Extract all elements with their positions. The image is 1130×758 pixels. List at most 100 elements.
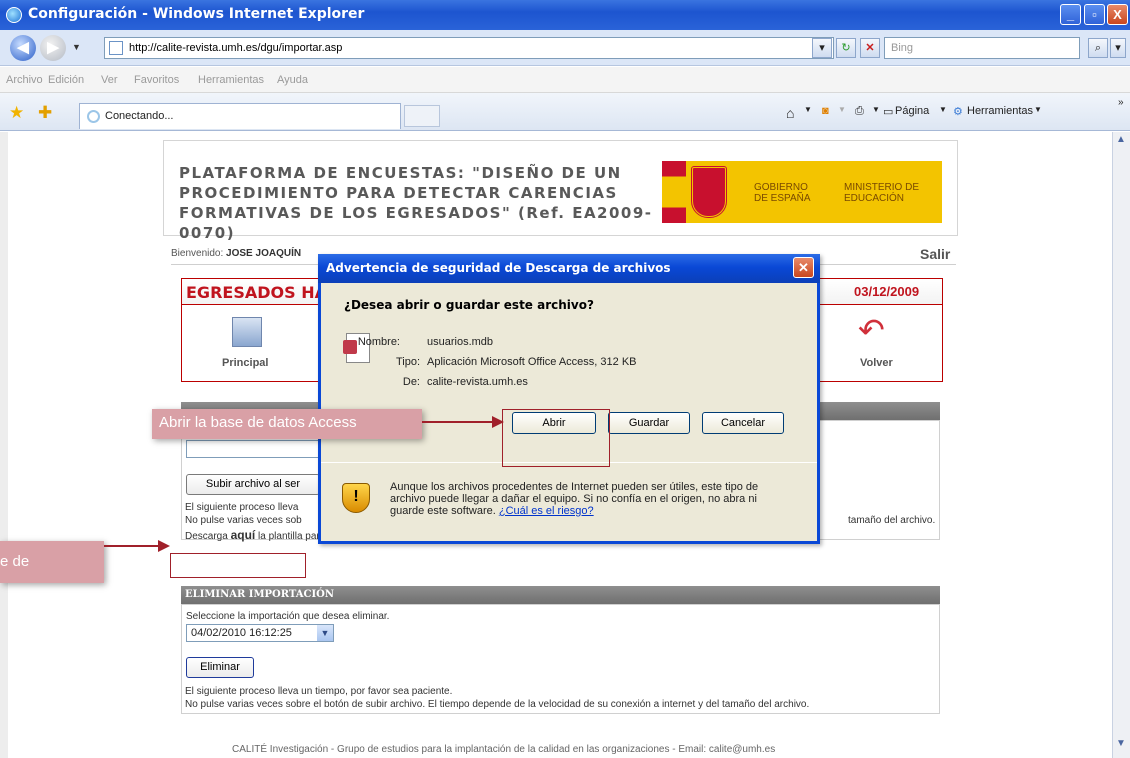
tab-bar: ★ ✚ Conectando... ⌂ ▼ ◙ ▼ ⎙ ▼ ▭ Página ▼… <box>0 93 1130 131</box>
delete-button[interactable]: Eliminar <box>186 657 254 678</box>
gobierno-label: GOBIERNO DE ESPAÑA <box>754 182 811 204</box>
window-title-bar: Configuración - Windows Internet Explore… <box>0 0 1130 30</box>
welcome-label: Bienvenido: <box>171 248 224 259</box>
banner-date: 03/12/2009 <box>854 284 920 299</box>
address-field[interactable]: http://calite-revista.umh.es/dgu/importa… <box>104 37 834 59</box>
name-label: Nombre: <box>357 336 400 348</box>
scroll-up-icon[interactable]: ▲ <box>1116 134 1126 145</box>
risk-link[interactable]: ¿Cuál es el riesgo? <box>499 505 594 517</box>
upload-note-1: El siguiente proceso lleva <box>185 502 299 513</box>
search-icon[interactable]: ⌕ <box>1088 38 1108 58</box>
tools-menu-dropdown-icon: ▼ <box>1034 105 1042 114</box>
menu-ayuda[interactable]: Ayuda <box>277 74 308 86</box>
download-prefix: Descarga <box>185 531 228 542</box>
history-dropdown-icon[interactable]: ▼ <box>72 42 81 52</box>
annotation-open-db: Abrir la base de datos Access <box>152 409 422 439</box>
feeds-icon[interactable]: ◙ <box>822 105 829 117</box>
type-label: Tipo: <box>395 356 420 368</box>
menu-favoritos[interactable]: Favoritos <box>134 74 179 86</box>
page-menu[interactable]: Página <box>895 105 929 117</box>
from-label: De: <box>402 376 420 388</box>
address-toolbar: ◀ ▶ ▼ http://calite-revista.umh.es/dgu/i… <box>0 30 1130 66</box>
site-header: PLATAFORMA DE ENCUESTAS: "DISEÑO DE UN P… <box>163 140 958 242</box>
download-link[interactable]: aquí <box>231 528 256 542</box>
dialog-warning: Aunque los archivos procedentes de Inter… <box>390 481 760 517</box>
delete-prompt: Seleccione la importación que desea elim… <box>186 611 390 622</box>
annotation-arrow-line-2 <box>104 545 160 547</box>
minimize-button[interactable]: _ <box>1060 4 1081 25</box>
volver-link[interactable]: Volver <box>860 357 893 369</box>
feeds-dropdown-icon[interactable]: ▼ <box>838 105 846 114</box>
print-dropdown-icon[interactable]: ▼ <box>872 105 880 114</box>
back-arrow-icon[interactable]: ↶ <box>858 314 888 346</box>
menu-bar: Archivo Edición Ver Favoritos Herramient… <box>0 67 1130 93</box>
new-tab-button[interactable] <box>404 105 440 127</box>
back-button[interactable]: ◀ <box>10 35 36 61</box>
name-value: usuarios.mdb <box>427 336 494 348</box>
tools-gear-icon: ⚙ <box>953 106 963 118</box>
add-favorites-icon[interactable]: ✚ <box>38 103 52 123</box>
spain-flag-icon <box>662 161 686 223</box>
internet-explorer-icon <box>6 7 22 23</box>
file-path-input[interactable] <box>186 440 326 458</box>
forward-button[interactable]: ▶ <box>40 35 66 61</box>
search-input[interactable]: Bing <box>884 37 1080 59</box>
type-value: Aplicación Microsoft Office Access, 312 … <box>427 356 637 368</box>
tools-menu[interactable]: Herramientas <box>967 105 1033 117</box>
annotation-highlight-open <box>502 409 610 467</box>
delete-note-1: El siguiente proceso lleva un tiempo, po… <box>185 686 453 697</box>
welcome-line: Bienvenido: JOSE JOAQUÍN <box>171 248 301 259</box>
import-select-value: 04/02/2010 16:12:25 <box>191 627 292 639</box>
select-dropdown-icon[interactable]: ▼ <box>317 625 333 641</box>
search-placeholder: Bing <box>891 42 914 54</box>
search-options-icon[interactable]: ▾ <box>1110 38 1126 58</box>
menu-edicion[interactable]: Edición <box>48 74 84 86</box>
cancel-button[interactable]: Cancelar <box>702 412 784 434</box>
delete-note-2: No pulse varias veces sobre el botón de … <box>185 699 810 710</box>
coat-of-arms-icon <box>690 165 728 219</box>
scroll-down-icon[interactable]: ▼ <box>1116 738 1126 749</box>
banner-title: EGRESADOS HA <box>186 283 327 302</box>
address-dropdown-icon[interactable]: ▾ <box>812 38 832 58</box>
page-icon <box>109 41 123 55</box>
import-select[interactable]: 04/02/2010 16:12:25 ▼ <box>186 624 334 642</box>
warning-shield-icon: ! <box>342 483 370 513</box>
stop-icon[interactable]: ✕ <box>860 38 880 58</box>
annotation-arrow-line <box>422 421 496 423</box>
principal-icon[interactable] <box>232 317 262 347</box>
page-menu-icon: ▭ <box>883 106 894 118</box>
platform-title: PLATAFORMA DE ENCUESTAS: "DISEÑO DE UN P… <box>179 164 653 242</box>
favorites-star-icon[interactable]: ★ <box>9 103 24 123</box>
tab-active[interactable]: Conectando... <box>79 103 401 129</box>
delete-section-header: ELIMINAR IMPORTACIÓN <box>181 586 940 604</box>
save-button[interactable]: Guardar <box>608 412 690 434</box>
home-icon[interactable]: ⌂ <box>786 105 794 121</box>
annotation-arrowhead-2 <box>158 540 170 552</box>
upload-file-button[interactable]: Subir archivo al ser <box>186 474 320 495</box>
url-text: http://calite-revista.umh.es/dgu/importa… <box>129 42 343 54</box>
maximize-button[interactable]: ▫ <box>1084 4 1105 25</box>
page-menu-dropdown-icon: ▼ <box>939 105 947 114</box>
toolbar-overflow-icon[interactable]: » <box>1118 97 1124 108</box>
dialog-question: ¿Desea abrir o guardar este archivo? <box>344 298 594 312</box>
refresh-icon[interactable]: ↻ <box>836 38 856 58</box>
welcome-user: JOSE JOAQUÍN <box>226 248 302 259</box>
logout-link[interactable]: Salir <box>920 246 950 262</box>
vertical-scrollbar[interactable]: ▲ ▼ <box>1112 132 1130 758</box>
home-dropdown-icon[interactable]: ▼ <box>804 105 812 114</box>
close-window-button[interactable]: X <box>1107 4 1128 25</box>
dialog-title: Advertencia de seguridad de Descarga de … <box>318 254 820 283</box>
government-logo: GOBIERNO DE ESPAÑA MINISTERIO DE EDUCACI… <box>662 161 942 223</box>
print-icon[interactable]: ⎙ <box>855 105 864 118</box>
menu-ver[interactable]: Ver <box>101 74 118 86</box>
dialog-close-button[interactable]: ✕ <box>793 257 814 278</box>
ministerio-label: MINISTERIO DE EDUCACIÓN <box>844 182 920 204</box>
menu-archivo[interactable]: Archivo <box>6 74 43 86</box>
footer-text: CALITÉ Investigación - Grupo de estudios… <box>232 744 776 755</box>
principal-link[interactable]: Principal <box>222 357 268 369</box>
upload-note-tail: tamaño del archivo. <box>848 515 936 526</box>
menu-herramientas[interactable]: Herramientas <box>198 74 264 86</box>
tab-label: Conectando... <box>105 110 174 122</box>
loading-icon <box>87 110 100 123</box>
annotation-partial: e de <box>0 541 104 583</box>
